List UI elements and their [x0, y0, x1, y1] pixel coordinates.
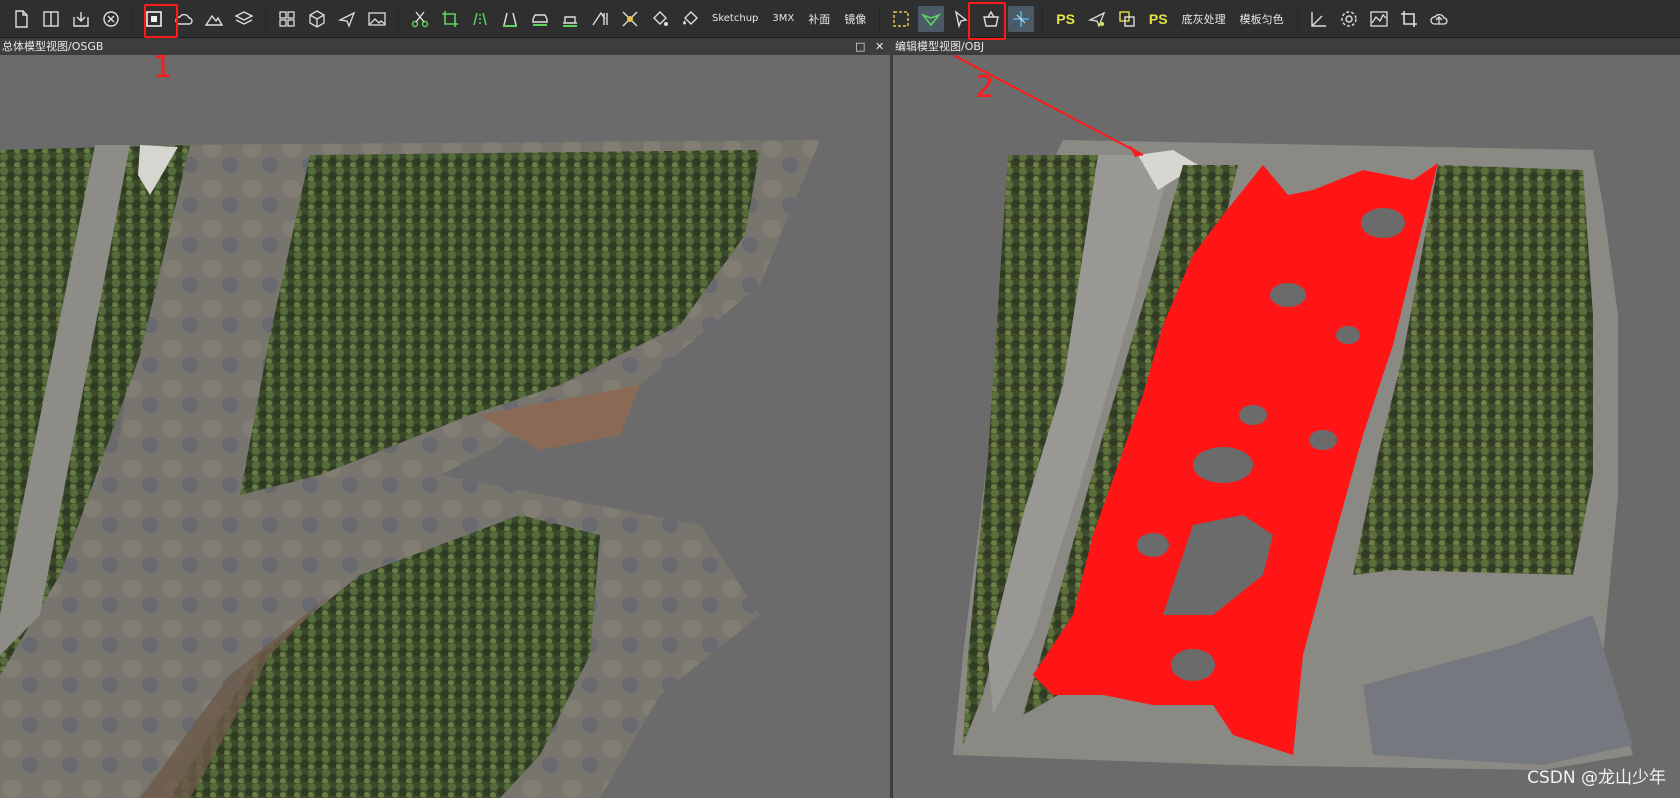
obj-3d-viewport[interactable] — [893, 54, 1680, 798]
overlap-icon[interactable] — [1114, 6, 1140, 32]
panel-restore-icon[interactable]: □ — [855, 38, 865, 55]
grid-icon[interactable] — [274, 6, 300, 32]
bridge-icon[interactable] — [557, 6, 583, 32]
toolbar-separator — [132, 5, 133, 32]
fill-icon[interactable] — [647, 6, 673, 32]
split-view-icon[interactable] — [38, 6, 64, 32]
gear-icon[interactable] — [1336, 6, 1362, 32]
toolbar-separator — [879, 5, 881, 32]
sketchup-button[interactable]: Sketchup — [712, 13, 758, 24]
mirror-button[interactable]: 镜像 — [844, 11, 866, 27]
ps-button-2[interactable]: PS — [1149, 11, 1168, 27]
template-color-button[interactable]: 模板匀色 — [1240, 11, 1284, 27]
select-box-icon[interactable] — [888, 6, 914, 32]
osgb-3d-viewport[interactable] — [0, 55, 890, 798]
left-panel-title: 总体模型视图/OSGB — [0, 38, 890, 55]
car-icon[interactable] — [527, 6, 553, 32]
cube-icon[interactable] — [304, 6, 330, 32]
callout-box-1 — [144, 4, 178, 38]
edit-model-panel: 编辑模型视图/OBJ — [893, 38, 1680, 798]
layers-icon[interactable] — [231, 6, 257, 32]
chart-icon[interactable] — [1366, 6, 1392, 32]
flatten-icon[interactable] — [587, 6, 613, 32]
paint-bucket-icon[interactable] — [677, 6, 703, 32]
upload-cloud-icon[interactable] — [1426, 6, 1452, 32]
watermark: CSDN @龙山少年 — [1527, 768, 1666, 788]
panel-close-icon[interactable]: ✕ — [875, 38, 884, 55]
new-file-icon[interactable] — [8, 6, 34, 32]
road-green-icon[interactable] — [467, 6, 493, 32]
clear-icon[interactable] — [617, 6, 643, 32]
osgb-terrain-render — [0, 55, 890, 798]
toolbar-separator — [398, 5, 399, 32]
3mx-button[interactable]: 3MX — [772, 13, 794, 24]
split-axis-icon[interactable] — [1008, 5, 1035, 32]
callout-box-2 — [968, 2, 1006, 40]
right-panel-title: 编辑模型视图/OBJ — [893, 38, 1680, 55]
app-window: Sketchup 3MX 补面 镜像 PS PS 底灰处理 模板匀色 总体模型视… — [0, 0, 1680, 798]
plane-edit-icon[interactable] — [1084, 6, 1110, 32]
toolbar-separator — [265, 5, 266, 32]
angle-icon[interactable] — [1306, 6, 1332, 32]
callout-label-1: 1 — [153, 50, 173, 85]
terrain-icon[interactable] — [201, 6, 227, 32]
toolbar-separator — [1296, 5, 1298, 32]
patch-button[interactable]: 补面 — [808, 11, 830, 27]
image-icon[interactable] — [364, 6, 390, 32]
obj-terrain-render — [893, 54, 1680, 798]
scissors-icon[interactable] — [407, 6, 433, 32]
close-circle-icon[interactable] — [98, 6, 124, 32]
main-toolbar: Sketchup 3MX 补面 镜像 PS PS 底灰处理 模板匀色 — [0, 0, 1680, 38]
toolbar-separator — [1042, 5, 1044, 32]
polygon-select-icon[interactable] — [918, 5, 945, 32]
overview-model-panel: 总体模型视图/OSGB □ ✕ — [0, 38, 890, 798]
road-green-2-icon[interactable] — [497, 6, 523, 32]
callout-label-2: 2 — [975, 70, 995, 105]
base-process-button[interactable]: 底灰处理 — [1182, 11, 1226, 27]
import-icon[interactable] — [68, 6, 94, 32]
airplane-icon[interactable] — [334, 6, 360, 32]
crop-icon[interactable] — [437, 6, 463, 32]
crop-frame-icon[interactable] — [1396, 6, 1422, 32]
ps-button[interactable]: PS — [1056, 11, 1075, 27]
